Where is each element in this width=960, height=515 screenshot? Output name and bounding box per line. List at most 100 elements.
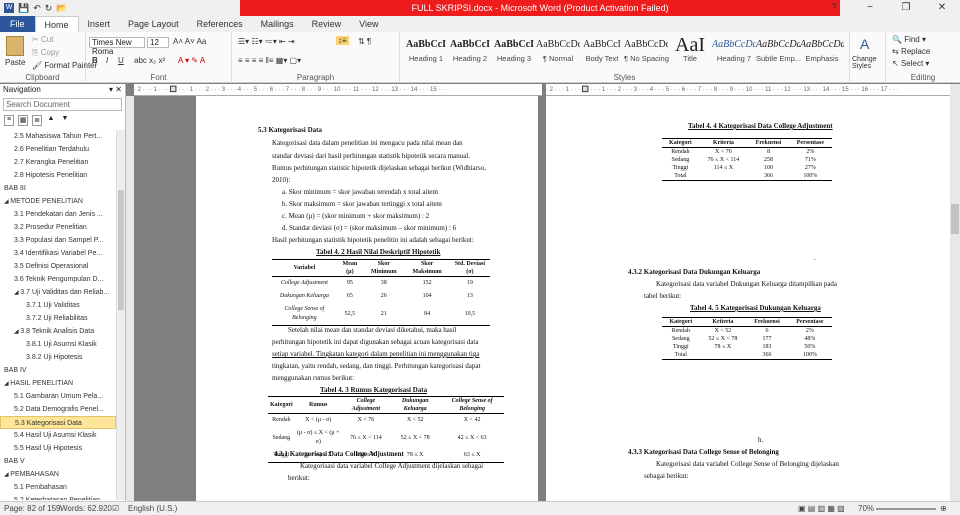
- nav-scrollbar[interactable]: [116, 130, 125, 500]
- replace-button[interactable]: ⇆ Replace: [892, 47, 930, 56]
- undo-icon[interactable]: ↶: [33, 3, 41, 14]
- restore-button[interactable]: ❐: [888, 0, 924, 16]
- tab-view[interactable]: View: [350, 16, 387, 32]
- tab-page-layout[interactable]: Page Layout: [119, 16, 188, 32]
- document-page-right[interactable]: Tabel 4. 4 Kategorisasi Data College Adj…: [546, 96, 950, 501]
- horizontal-ruler-left[interactable]: · 2 · · · 1 · · · 🔲 · · · 1 · · · 2 · · …: [134, 84, 542, 96]
- font-name-select[interactable]: Times New Roma: [89, 37, 145, 56]
- underline-icon[interactable]: U: [118, 56, 124, 65]
- align-left-icon[interactable]: ≡ ≡ ≡ ≡ ‖≡ ▦▾ ▢▾: [238, 56, 301, 65]
- nav-heading-item[interactable]: 3.6 Teknik Pengumpulan D...: [0, 273, 116, 286]
- zoom-level[interactable]: 70%: [858, 502, 874, 515]
- nav-heading-item[interactable]: ◢ PEMBAHASAN: [0, 468, 116, 481]
- style-item[interactable]: AaBbCcI Heading 3: [492, 36, 536, 68]
- paste-button[interactable]: Paste: [5, 58, 25, 67]
- page-count[interactable]: Page: 82 of 159: [4, 502, 61, 515]
- nav-heading-item[interactable]: 3.2 Prosedur Penelitian: [0, 221, 116, 234]
- nav-heading-item[interactable]: 5.3 Kategorisasi Data: [0, 416, 116, 429]
- style-item[interactable]: AaBbCcI Body Text: [580, 36, 624, 68]
- nav-heading-item[interactable]: 5.2 Data Demografis Penel...: [0, 403, 116, 416]
- nav-heading-item[interactable]: 3.7.2 Uji Reliabilitas: [0, 312, 116, 325]
- nav-heading-item[interactable]: 3.1 Pendekatan dan Jenis ...: [0, 208, 116, 221]
- nav-heading-item[interactable]: 5.4 Hasil Uji Asumsi Klasik: [0, 429, 116, 442]
- nav-close-icon[interactable]: ▾ ✕: [109, 85, 122, 95]
- tab-file[interactable]: File: [0, 16, 35, 32]
- next-result-icon[interactable]: ▼: [60, 115, 70, 126]
- word-count[interactable]: Words: 62.920: [60, 502, 112, 515]
- zoom-slider[interactable]: [876, 508, 936, 510]
- browse-headings-icon[interactable]: ≡: [4, 115, 14, 126]
- search-document-input[interactable]: Search Document: [3, 98, 122, 111]
- nav-heading-item[interactable]: 5.2 Keterbatasan Penelitian: [0, 494, 116, 500]
- line-spacing-icon[interactable]: ↕≡: [336, 36, 349, 45]
- prev-result-icon[interactable]: ▲: [46, 115, 56, 126]
- nav-heading-item[interactable]: 3.8.2 Uji Hipotesis: [0, 351, 116, 364]
- nav-heading-item[interactable]: ◢ 3.7 Uji Validitas dan Reliab...: [0, 286, 116, 299]
- grow-font-icon[interactable]: A˄ A˅ Aa: [173, 37, 206, 46]
- browse-pages-icon[interactable]: ▦: [18, 115, 28, 126]
- copy-button[interactable]: ⎘ Copy: [32, 48, 59, 58]
- style-item[interactable]: AaBbCcI Heading 2: [448, 36, 492, 68]
- paste-icon[interactable]: [6, 36, 24, 56]
- style-item[interactable]: AaBbCcDd ¶ Normal: [536, 36, 580, 68]
- nav-heading-item[interactable]: ◢ METODE PENELITIAN: [0, 195, 116, 208]
- nav-heading-item[interactable]: 2.8 Hipotesis Penelitian: [0, 169, 116, 182]
- nav-heading-item[interactable]: 3.5 Definisi Operasional: [0, 260, 116, 273]
- nav-heading-item[interactable]: 5.1 Pembahasan: [0, 481, 116, 494]
- nav-heading-item[interactable]: 3.4 Identifikasi Variabel Pe...: [0, 247, 116, 260]
- tab-review[interactable]: Review: [303, 16, 351, 32]
- nav-heading-item[interactable]: 2.5 Mahasiswa Tahun Pert...: [0, 130, 116, 143]
- bullets-icon[interactable]: ☰▾ ☷▾ ≔▾ ⇤ ⇥: [238, 37, 295, 46]
- font-color-icon[interactable]: A ▾ ✎ A: [178, 56, 205, 65]
- cut-button[interactable]: ✂ Cut: [32, 35, 53, 44]
- bold-icon[interactable]: B: [92, 56, 98, 65]
- style-item[interactable]: AaBbCcDd ¶ No Spacing: [624, 36, 669, 68]
- zoom-in-icon[interactable]: ⊕: [940, 502, 947, 515]
- tab-mailings[interactable]: Mailings: [252, 16, 303, 32]
- document-workspace[interactable]: 5.3 Kategorisasi Data Kategorisasi data …: [134, 96, 950, 501]
- horizontal-ruler-right[interactable]: · 2 · · · 1 · · · 🔲 · · · 1 · · · 2 · · …: [546, 84, 950, 96]
- font-size-select[interactable]: 12: [147, 37, 169, 48]
- close-button[interactable]: ✕: [924, 0, 960, 16]
- language[interactable]: English (U.S.): [128, 502, 177, 515]
- nav-heading-item[interactable]: 3.3 Populasi dan Sampel P...: [0, 234, 116, 247]
- style-item[interactable]: AaBbCcDd Emphasis: [800, 36, 844, 68]
- italic-icon[interactable]: I: [106, 56, 108, 65]
- find-button[interactable]: 🔍 Find ▾: [892, 35, 926, 44]
- tab-references[interactable]: References: [188, 16, 252, 32]
- style-item[interactable]: AaBbCcDc Heading 7: [712, 36, 756, 68]
- change-styles-button[interactable]: Change Styles: [852, 56, 886, 70]
- style-item[interactable]: AaBbCcI Heading 1: [404, 36, 448, 68]
- view-buttons[interactable]: ▣ ▤ ▥ ▦ ▧: [798, 502, 845, 515]
- nav-heading-item[interactable]: 3.7.1 Uji Validitas: [0, 299, 116, 312]
- style-item[interactable]: AaBbCcDd Subtle Emp...: [756, 36, 801, 68]
- minimize-button[interactable]: −: [852, 0, 888, 16]
- nav-heading-item[interactable]: 3.8.1 Uji Asumsi Klasik: [0, 338, 116, 351]
- nav-heading-item[interactable]: ◢ 3.8 Teknik Analisis Data: [0, 325, 116, 338]
- tab-home[interactable]: Home: [34, 16, 79, 32]
- save-icon[interactable]: 💾: [18, 3, 29, 14]
- sort-icon[interactable]: ⇅ ¶: [358, 37, 371, 46]
- nav-heading-item[interactable]: BAB V: [0, 455, 116, 468]
- nav-heading-item[interactable]: 2.7 Kerangka Penelitian: [0, 156, 116, 169]
- redo-icon[interactable]: ↻: [45, 3, 53, 14]
- browse-results-icon[interactable]: ≣: [32, 115, 42, 126]
- nav-heading-item[interactable]: 5.5 Hasil Uji Hipotesis: [0, 442, 116, 455]
- open-icon[interactable]: 📂: [56, 3, 67, 14]
- nav-heading-item[interactable]: ◢ HASIL PENELITIAN: [0, 377, 116, 390]
- nav-heading-item[interactable]: 2.6 Penelitian Terdahulu: [0, 143, 116, 156]
- tab-insert[interactable]: Insert: [79, 16, 120, 32]
- document-scroll-thumb[interactable]: [951, 204, 959, 234]
- change-styles-icon[interactable]: A: [860, 36, 869, 52]
- nav-heading-item[interactable]: 5.1 Gambaran Umum Pela...: [0, 390, 116, 403]
- select-button[interactable]: ↖ Select ▾: [892, 59, 929, 68]
- nav-heading-item[interactable]: BAB III: [0, 182, 116, 195]
- document-page-left[interactable]: 5.3 Kategorisasi Data Kategorisasi data …: [196, 96, 538, 501]
- help-icon[interactable]: ?: [816, 0, 852, 16]
- proofing-icon[interactable]: ☑: [112, 502, 119, 515]
- nav-heading-item[interactable]: BAB IV: [0, 364, 116, 377]
- document-scrollbar[interactable]: [950, 84, 960, 501]
- nav-scroll-thumb[interactable]: [118, 190, 124, 310]
- style-item[interactable]: AaI Title: [668, 36, 712, 68]
- strikethrough-icon[interactable]: abc x₂ x²: [134, 56, 165, 65]
